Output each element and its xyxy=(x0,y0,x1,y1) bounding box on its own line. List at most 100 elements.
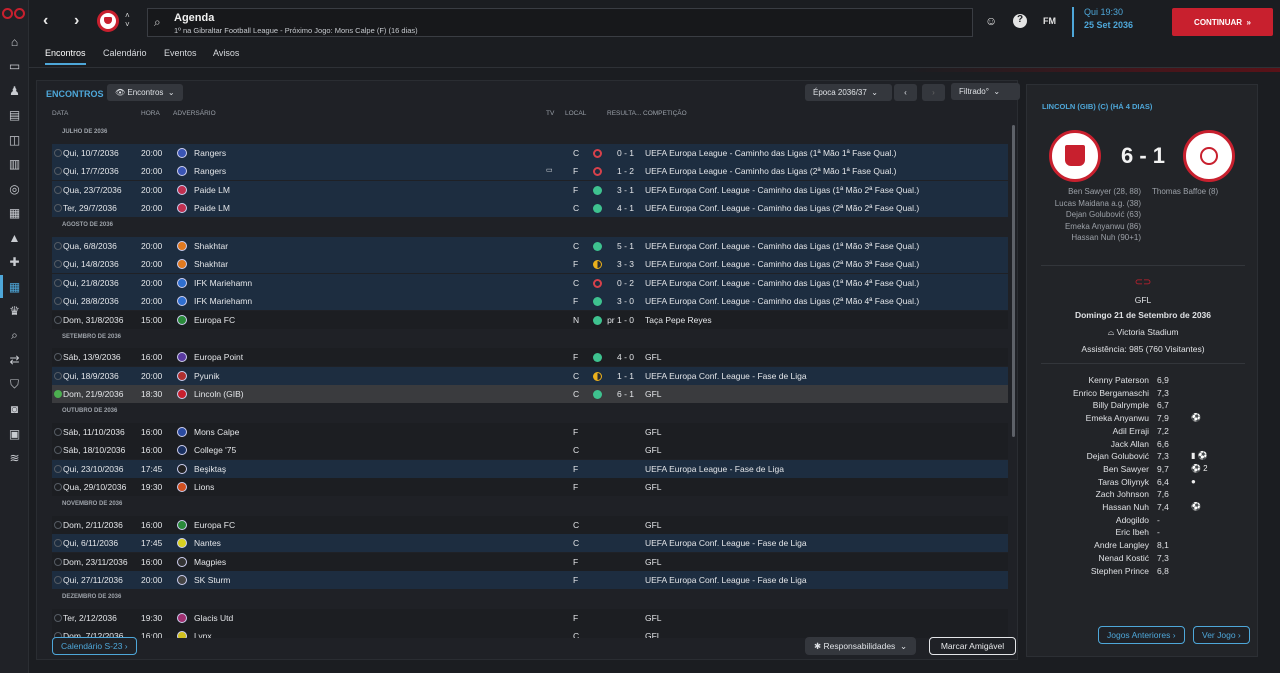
competition[interactable]: UEFA Europa League - Caminho das Ligas (… xyxy=(645,148,897,158)
score[interactable]: 0 - 1 xyxy=(617,148,634,158)
score[interactable]: 3 - 3 xyxy=(617,259,634,269)
fixture-row[interactable]: Qui, 14/8/2036 20:00 Shakhtar F 3 - 3 UEFA Eu… xyxy=(52,255,1008,274)
competition[interactable]: UEFA Europa Conf. League - Fase de Liga xyxy=(645,371,807,381)
opponent-name[interactable]: Europa FC xyxy=(194,315,235,325)
opponent-name[interactable]: Glacis Utd xyxy=(194,613,233,623)
player-name[interactable]: Zach Johnson xyxy=(1096,489,1149,499)
back-button[interactable]: ‹ xyxy=(43,12,48,30)
row-radio[interactable] xyxy=(54,390,62,399)
fm-menu-button[interactable]: FM xyxy=(1043,16,1056,26)
competition[interactable]: UEFA Europa Conf. League - Caminho das L… xyxy=(645,259,919,269)
fixture-row[interactable]: Qui, 28/8/2036 20:00 IFK Mariehamn F 3 - 0 UE… xyxy=(52,292,1008,311)
score[interactable]: pr 1 - 0 xyxy=(607,315,634,325)
opponent-name[interactable]: Lincoln (GIB) xyxy=(194,389,244,399)
opponent-name[interactable]: Shakhtar xyxy=(194,259,228,269)
opponent-name[interactable]: College '75 xyxy=(194,445,236,455)
previous-matches-button[interactable]: Jogos Anteriores › xyxy=(1098,626,1185,644)
inbox-icon[interactable]: ▭ xyxy=(7,59,22,74)
view-dropdown[interactable]: 👁 Encontros ⌄ xyxy=(107,84,183,101)
score[interactable]: 1 - 2 xyxy=(617,166,634,176)
match-header[interactable]: LINCOLN (GIB) (C) (HÁ 4 DIAS) xyxy=(1042,102,1152,111)
col-competition[interactable]: COMPETIÇÃO xyxy=(643,110,687,117)
competition[interactable]: UEFA Europa Conf. League - Caminho das L… xyxy=(645,241,919,251)
fixture-row[interactable]: Qui, 23/10/2036 17:45 Beşiktaş F UEFA Europa… xyxy=(52,459,1008,478)
fixture-row[interactable]: Qui, 10/7/2036 20:00 Rangers C 0 - 1 UEFA Eur… xyxy=(52,143,1008,162)
player-name[interactable]: Dejan Golubović xyxy=(1087,451,1149,461)
opponent-name[interactable]: SK Sturm xyxy=(194,575,230,585)
row-radio[interactable] xyxy=(54,167,62,176)
view-match-button[interactable]: Ver Jogo › xyxy=(1193,626,1250,644)
fixture-row[interactable]: Ter, 29/7/2036 20:00 Paide LM C 4 - 1 UEFA Eu… xyxy=(52,199,1008,218)
home-icon[interactable]: ⌂ xyxy=(7,34,22,49)
score[interactable]: 0 - 2 xyxy=(617,278,634,288)
forward-button[interactable]: › xyxy=(74,12,79,30)
fixture-row[interactable]: Qua, 6/8/2036 20:00 Shakhtar C 5 - 1 UEFA Eur… xyxy=(52,236,1008,255)
competition[interactable]: GFL xyxy=(645,427,662,437)
row-radio[interactable] xyxy=(54,241,62,250)
filter-dropdown[interactable]: Filtrado ° ⌄ xyxy=(951,83,1020,100)
competition[interactable]: UEFA Europa Conf. League - Caminho das L… xyxy=(645,185,919,195)
row-radio[interactable] xyxy=(54,260,62,269)
competition[interactable]: UEFA Europa Conf. League - Fase de Liga xyxy=(645,575,807,585)
competition[interactable]: UEFA Europa League - Fase de Liga xyxy=(645,464,784,474)
staff-icon[interactable]: ▥ xyxy=(7,157,22,172)
opponent-name[interactable]: Rangers xyxy=(194,166,226,176)
opponent-name[interactable]: IFK Mariehamn xyxy=(194,296,252,306)
row-radio[interactable] xyxy=(54,316,62,324)
fixture-row[interactable]: Sáb, 11/10/2036 16:00 Mons Calpe F GFL xyxy=(52,422,1008,441)
opponent-name[interactable]: Shakhtar xyxy=(194,241,228,251)
tab-encontros[interactable]: Encontros xyxy=(45,48,86,65)
tab-calendario[interactable]: Calendário xyxy=(103,48,147,58)
score[interactable]: 1 - 1 xyxy=(617,371,634,381)
opponent-name[interactable]: Europa FC xyxy=(194,520,235,530)
row-radio[interactable] xyxy=(54,613,62,622)
competition[interactable]: UEFA Europa League - Caminho das Ligas (… xyxy=(645,166,897,176)
row-radio[interactable] xyxy=(54,483,62,492)
opponent-name[interactable]: Pyunik xyxy=(194,371,220,381)
opponent-name[interactable]: Paide LM xyxy=(194,203,230,213)
player-name[interactable]: Taras Oliynyk xyxy=(1098,477,1149,487)
player-name[interactable]: Andre Langley xyxy=(1094,540,1149,550)
col-venue[interactable]: LOCAL xyxy=(565,110,586,117)
squad-icon[interactable]: ♟ xyxy=(7,83,22,98)
fixture-row[interactable]: Qua, 23/7/2036 20:00 Paide LM F 3 - 1 UEFA Eu… xyxy=(52,180,1008,199)
competition[interactable]: GFL xyxy=(645,631,662,638)
dev-centre-icon[interactable]: ▣ xyxy=(7,426,22,441)
col-opponent[interactable]: ADVERSÁRIO xyxy=(173,110,216,117)
fixture-row[interactable]: Qui, 21/8/2036 20:00 IFK Mariehamn C 0 - 2 UE… xyxy=(52,273,1008,292)
opponent-name[interactable]: Europa Point xyxy=(194,352,243,362)
row-radio[interactable] xyxy=(54,539,62,548)
opponent-name[interactable]: IFK Mariehamn xyxy=(194,278,252,288)
score[interactable]: 5 - 1 xyxy=(617,241,634,251)
fixture-row[interactable]: Dom, 31/8/2036 15:00 Europa FC Npr 1 - 0 Taç… xyxy=(52,311,1008,329)
opponent-name[interactable]: Paide LM xyxy=(194,185,230,195)
profile-icon[interactable]: ☺ xyxy=(985,14,997,28)
finances-icon[interactable]: ◙ xyxy=(7,402,22,417)
player-name[interactable]: Nenad Kostić xyxy=(1098,553,1149,563)
transfers-icon[interactable]: ⇄ xyxy=(7,353,22,368)
player-name[interactable]: Adil Erraji xyxy=(1113,426,1149,436)
competition[interactable]: GFL xyxy=(645,482,662,492)
fixture-row[interactable]: Qua, 29/10/2036 19:30 Lions F GFL xyxy=(52,478,1008,497)
training-icon[interactable]: ▲ xyxy=(7,230,22,245)
player-name[interactable]: Stephen Prince xyxy=(1091,566,1149,576)
score[interactable]: 6 - 1 xyxy=(617,389,634,399)
fixture-row[interactable]: Qui, 18/9/2036 20:00 Pyunik C 1 - 1 UEFA Euro… xyxy=(52,366,1008,385)
opponent-name[interactable]: Magpies xyxy=(194,557,226,567)
competition[interactable]: GFL xyxy=(645,520,662,530)
player-name[interactable]: Hassan Nuh xyxy=(1102,502,1149,512)
col-tv[interactable]: TV xyxy=(546,110,554,117)
competition[interactable]: GFL xyxy=(645,389,662,399)
row-radio[interactable] xyxy=(54,520,62,529)
fixture-row[interactable]: Qui, 17/7/2036 20:00 Rangers ▭ F 1 - 2 UEFA Eu… xyxy=(52,162,1008,181)
tab-eventos[interactable]: Eventos xyxy=(164,48,197,58)
responsibilities-button[interactable]: ✱ Responsabilidades ⌄ xyxy=(805,637,917,655)
fixture-row[interactable]: Qui, 27/11/2036 20:00 SK Sturm F UEFA Europa… xyxy=(52,571,1008,590)
arrange-friendly-button[interactable]: Marcar Amigável xyxy=(929,637,1016,655)
shortlist-icon[interactable]: ≋ xyxy=(7,451,22,466)
search-bar[interactable]: ⌕ Agenda 1º na Gibraltar Football League… xyxy=(147,8,973,37)
opponent-name[interactable]: Nantes xyxy=(194,538,221,548)
row-radio[interactable] xyxy=(54,427,62,436)
competition[interactable]: UEFA Europa Conf. League - Caminho das L… xyxy=(645,278,919,288)
row-radio[interactable] xyxy=(54,278,62,287)
